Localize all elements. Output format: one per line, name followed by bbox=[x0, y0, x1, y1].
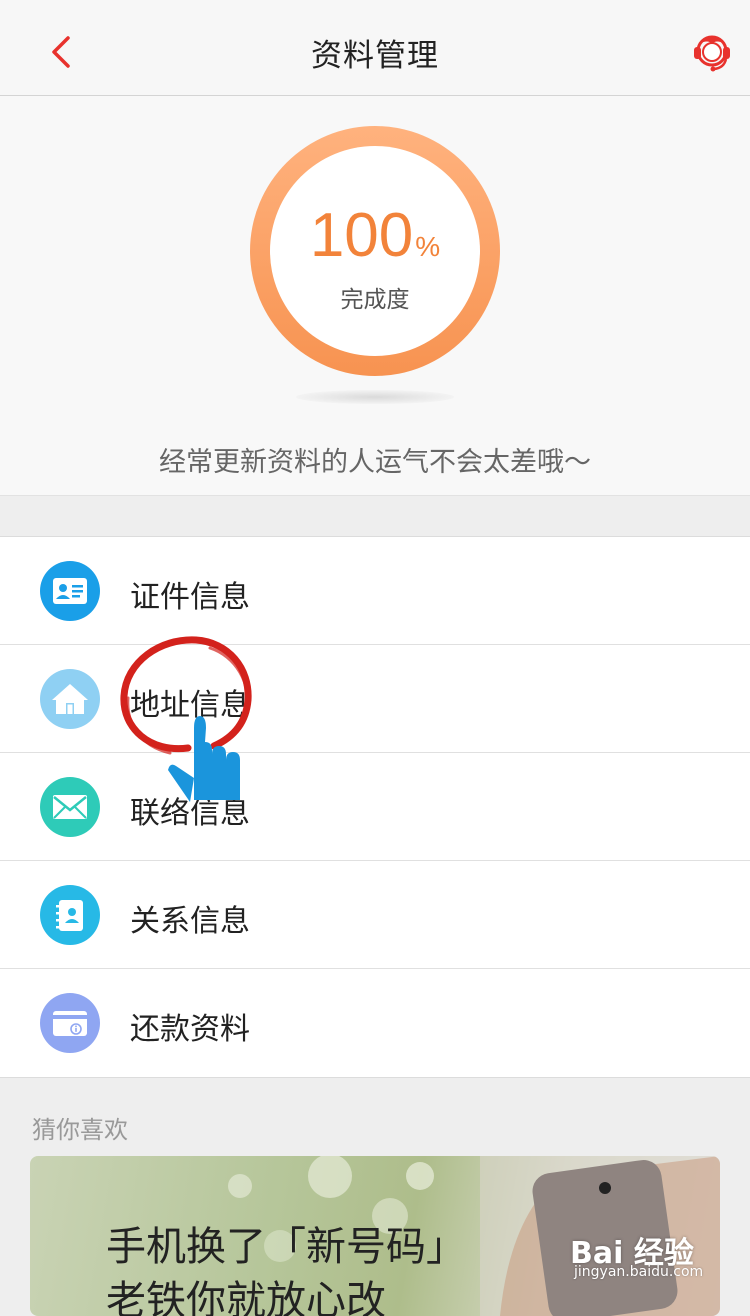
recommend-section-title: 猜你喜欢 bbox=[32, 1116, 128, 1144]
slogan-text: 经常更新资料的人运气不会太差哦～ bbox=[159, 447, 591, 478]
menu-item-label: 地址信息 bbox=[130, 688, 250, 723]
menu-item-relation-info[interactable]: 关系信息 bbox=[0, 861, 750, 969]
menu-item-label: 证件信息 bbox=[130, 580, 250, 615]
banner-line-1: 手机换了「新号码」 bbox=[106, 1224, 466, 1270]
page-title: 资料管理 bbox=[311, 38, 439, 74]
profile-completion-panel: 100% 完成度 经常更新资料的人运气不会太差哦～ bbox=[0, 96, 750, 496]
top-nav-bar: 资料管理 bbox=[0, 0, 750, 96]
id-card-icon bbox=[40, 561, 100, 621]
completion-percent-value: 100 bbox=[309, 201, 414, 270]
envelope-icon bbox=[40, 777, 100, 837]
ring-shadow bbox=[296, 390, 454, 404]
info-menu-list: 证件信息 地址信息 联络信息 关系信息 还款资料 bbox=[0, 536, 750, 1078]
baidu-jingyan-watermark: Bai 经验 jingyan.baidu.com bbox=[570, 1222, 710, 1282]
completion-label: 完成度 bbox=[340, 287, 410, 313]
contacts-book-icon bbox=[40, 885, 100, 945]
completion-percent: 100% bbox=[250, 200, 500, 271]
menu-item-repayment-info[interactable]: 还款资料 bbox=[0, 969, 750, 1077]
watermark-url: jingyan.baidu.com bbox=[574, 1264, 704, 1280]
completion-percent-unit: % bbox=[415, 231, 441, 262]
customer-service-button[interactable] bbox=[690, 30, 734, 74]
menu-item-label: 还款资料 bbox=[130, 1012, 250, 1047]
menu-item-id-info[interactable]: 证件信息 bbox=[0, 537, 750, 645]
bank-card-icon bbox=[40, 993, 100, 1053]
menu-item-address-info[interactable]: 地址信息 bbox=[0, 645, 750, 753]
home-icon bbox=[40, 669, 100, 729]
menu-item-label: 关系信息 bbox=[130, 904, 250, 939]
menu-item-contact-info[interactable]: 联络信息 bbox=[0, 753, 750, 861]
menu-item-label: 联络信息 bbox=[130, 796, 250, 831]
customer-service-icon bbox=[694, 35, 730, 72]
banner-line-2: 老铁你就放心改 bbox=[106, 1278, 386, 1316]
